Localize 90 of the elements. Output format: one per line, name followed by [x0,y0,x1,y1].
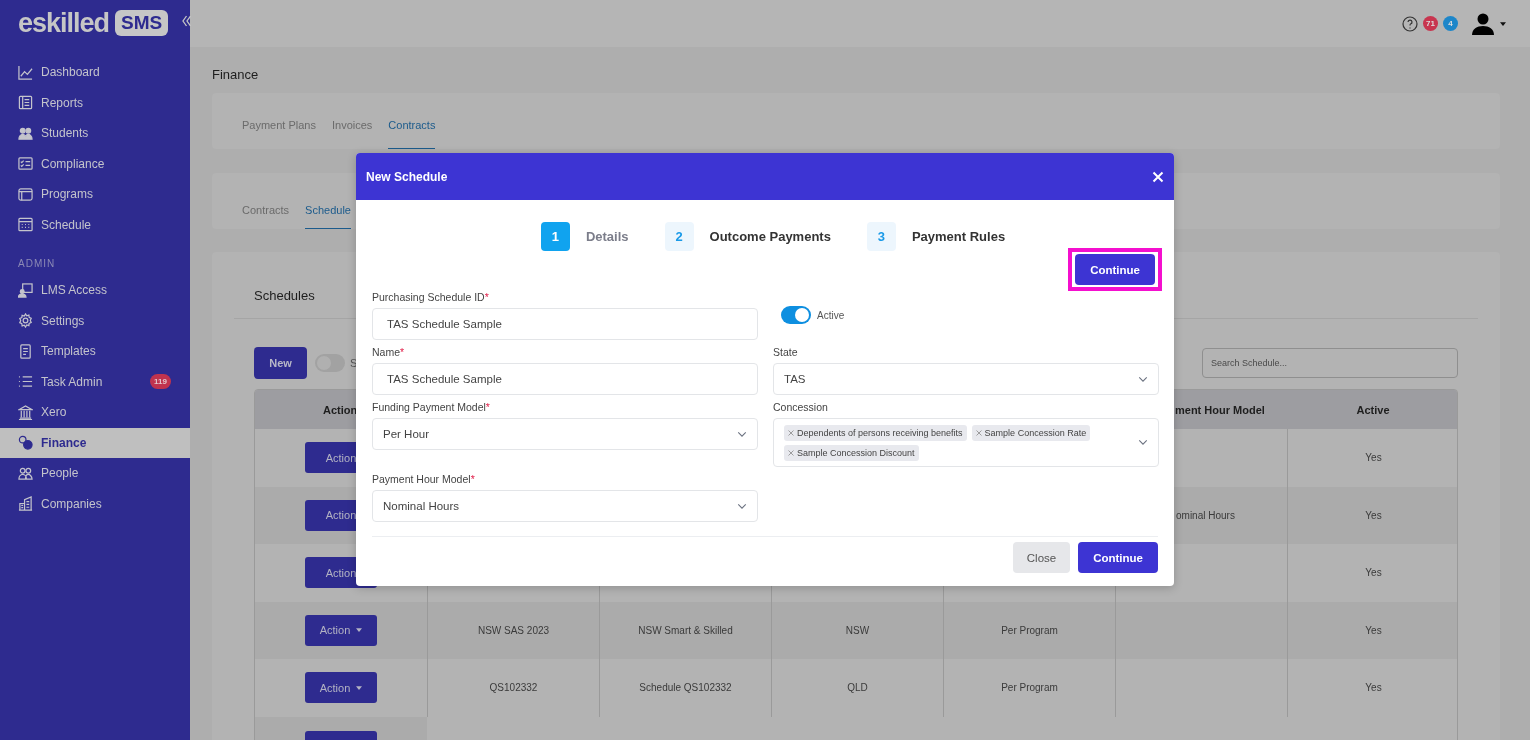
bank-icon [18,404,33,420]
list-icon [18,374,33,390]
card-title: Schedules [254,287,315,303]
window-icon [18,186,33,202]
section-heading: ADMIN [17,257,57,271]
notification-badge[interactable]: 71 [1423,16,1438,31]
field-label: Purchasing Schedule ID* [372,291,490,303]
sidebar-item[interactable]: Companies [0,488,190,519]
help-icon[interactable] [1402,15,1418,32]
select-field[interactable]: TAS [773,363,1159,395]
table-cell: ominal Hours [1176,509,1235,521]
select-field[interactable]: Per Hour [372,418,758,450]
sidebar-item[interactable]: LMS Access [0,275,190,306]
action-button[interactable]: Action [305,672,377,704]
document-icon [18,95,33,111]
sidebar-item[interactable]: Settings [0,305,190,336]
caret-icon [356,628,363,633]
toggle-label: Active [817,309,845,321]
user-icon[interactable] [1471,11,1495,36]
column-header: Active [1287,390,1457,429]
coins-icon [18,435,33,451]
multiselect-field[interactable]: Dependents of persons receiving benefits Sample Concession Rate Sample Concession Discount [773,418,1159,467]
close-button[interactable]: Close [1012,542,1071,573]
table-cell: Per Program [1001,624,1058,636]
logo-wordmark: eskilled [18,7,110,39]
field-label: Concession [773,401,829,413]
table-cell: Yes [1365,682,1382,694]
chevron-down-icon [1138,375,1148,383]
sidebar-item[interactable]: Programs [0,179,190,210]
close-icon[interactable] [1152,170,1164,183]
table-cell: Per Program [1001,682,1058,694]
people-icon [18,465,33,481]
caret-icon [356,685,363,690]
collapse-icon[interactable] [182,15,191,27]
toggle-switch[interactable] [781,306,811,324]
new-button[interactable]: New [254,347,307,379]
tab[interactable]: Contracts [388,119,436,149]
page-title: Finance [212,67,260,82]
chevron-down-icon [1138,439,1148,446]
table-cell: NSW [845,624,870,636]
sidebar-item[interactable]: Xero [0,397,190,428]
search-field[interactable]: Search Schedule... [1202,348,1458,378]
count-badge: 119 [150,374,171,390]
text-field[interactable]: TAS Schedule Sample [372,363,758,395]
field-label: Name* [372,346,406,358]
table-cell: Schedule QS102332 [639,682,732,694]
logo-badge: SMS [115,10,169,36]
sidebar-item[interactable]: Dashboard [0,57,190,88]
concession-tag[interactable]: Sample Concession Rate [971,424,1091,441]
wizard-step[interactable]: 1 Details [540,222,629,251]
sidebar-item[interactable]: Finance [0,427,190,458]
tab[interactable]: Schedule [305,204,351,229]
checklist-icon [18,156,33,172]
sidebar-item[interactable]: Reports [0,87,190,118]
field-label: State [773,346,799,358]
dialog-title: New Schedule [366,169,448,184]
field-label: Payment Hour Model* [372,473,476,485]
people-icon [18,125,33,141]
wizard-step[interactable]: 3 Payment Rules [866,222,1006,251]
table-cell: NSW SAS 2023 [477,624,550,636]
concession-tag[interactable]: Sample Concession Discount [784,444,919,461]
continue-button[interactable]: Continue [1078,542,1158,573]
select-field[interactable]: Nominal Hours [372,490,758,522]
monitor-user-icon [18,282,33,298]
table-cell: QS102332 [489,682,538,694]
sidebar-item[interactable]: Task Admin 119 [0,366,190,397]
table-cell: Yes [1365,567,1382,579]
table-cell: Yes [1365,452,1382,464]
table-cell: NSW Smart & Skilled [638,624,733,636]
text-field[interactable]: TAS Schedule Sample [372,308,758,340]
sidebar-item[interactable]: Students [0,118,190,149]
chart-icon [18,64,33,80]
file-icon [18,343,33,359]
buildings-icon [18,496,33,512]
concession-tag[interactable]: Dependents of persons receiving benefits [784,424,967,441]
sidebar-item[interactable]: Schedule [0,209,190,240]
caret-icon[interactable] [1500,21,1506,26]
sidebar-item[interactable]: Compliance [0,148,190,179]
sidebar-item[interactable]: Templates [0,336,190,367]
wizard-step[interactable]: 2 Outcome Payments [664,222,831,251]
settings-icon [18,313,33,329]
sidebar-item[interactable]: People [0,458,190,489]
chevron-down-icon [737,430,747,438]
continue-button[interactable]: Continue [1075,254,1155,285]
table-cell: Yes [1365,509,1382,521]
table-cell: Yes [1365,624,1382,636]
action-button[interactable]: Action [305,614,377,646]
chevron-down-icon [737,502,747,510]
table-cell: QLD [847,682,868,694]
calendar-icon [18,217,33,233]
